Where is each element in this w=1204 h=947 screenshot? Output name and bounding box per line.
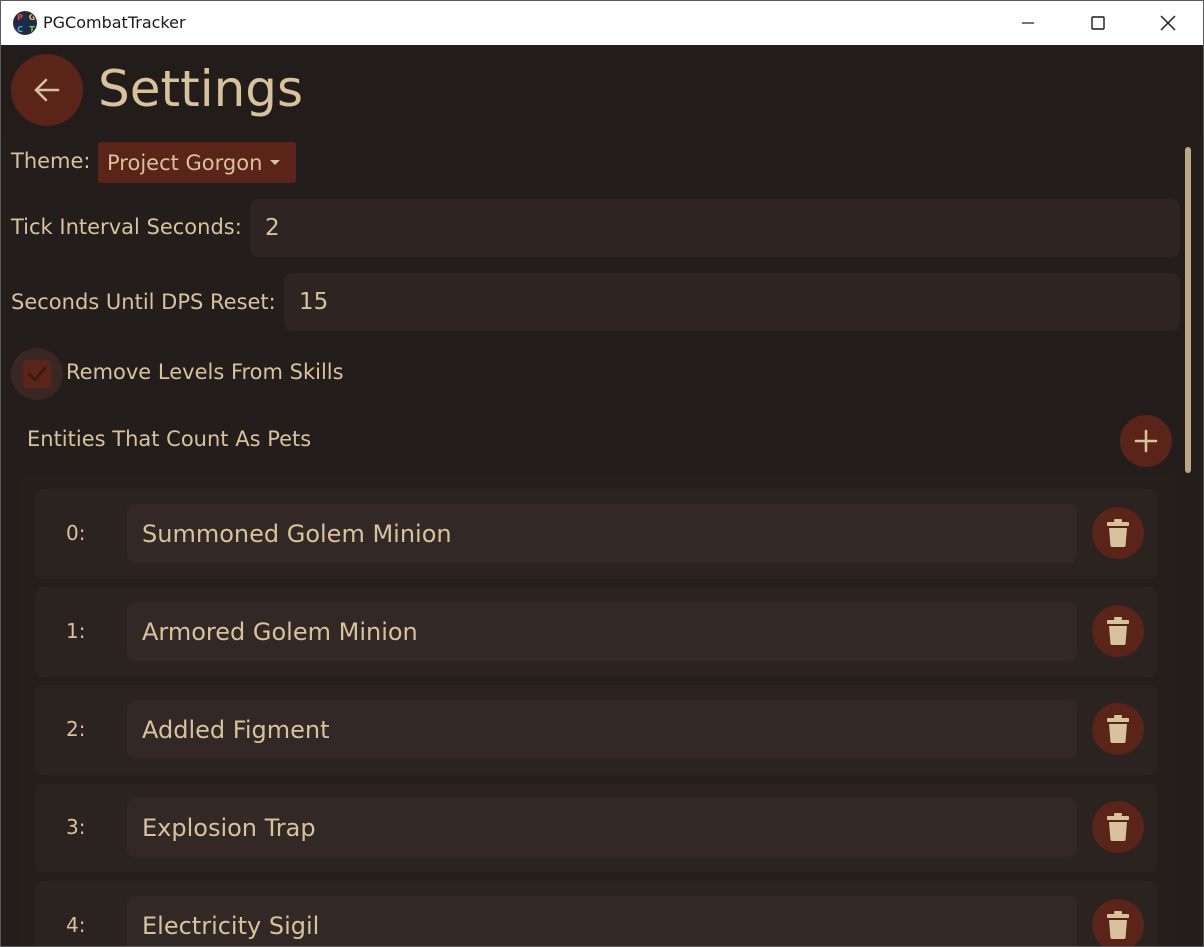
delete-pet-button[interactable] [1092, 605, 1144, 657]
maximize-icon [1091, 16, 1105, 30]
minimize-button[interactable] [993, 1, 1063, 45]
close-button[interactable] [1133, 1, 1203, 45]
tick-interval-input[interactable]: 2 [250, 199, 1180, 257]
pets-section-label: Entities That Count As Pets [27, 427, 312, 451]
pet-name-input[interactable]: Summoned Golem Minion [127, 504, 1077, 563]
trash-icon [1107, 617, 1129, 645]
logo-letter-c: C [17, 25, 23, 34]
maximize-button[interactable] [1063, 1, 1133, 45]
app-window: P G C T PGCombatTracker Settings Theme: … [0, 0, 1204, 947]
remove-levels-label[interactable]: Remove Levels From Skills [66, 360, 344, 384]
dps-reset-label: Seconds Until DPS Reset: [11, 290, 276, 314]
list-item: 3: Explosion Trap [35, 783, 1157, 873]
logo-letter-t: T [29, 25, 35, 34]
page-title: Settings [98, 60, 304, 118]
pet-name-input[interactable]: Electricity Sigil [127, 896, 1077, 946]
close-icon [1160, 15, 1176, 31]
add-pet-button[interactable] [1120, 415, 1172, 467]
plus-icon [1134, 429, 1158, 453]
trash-icon [1107, 911, 1129, 939]
arrow-left-icon [34, 78, 60, 102]
theme-dropdown[interactable]: Project Gorgon [98, 142, 296, 183]
caret-down-icon [270, 160, 281, 165]
delete-pet-button[interactable] [1092, 899, 1144, 946]
logo-letter-g: G [28, 13, 36, 22]
pet-index: 3: [66, 815, 86, 839]
tick-interval-label: Tick Interval Seconds: [11, 215, 242, 239]
pet-index: 2: [66, 717, 86, 741]
settings-content[interactable]: Theme: Project Gorgon Tick Interval Seco… [1, 135, 1203, 946]
remove-levels-checkbox[interactable] [11, 348, 63, 400]
title-bar[interactable]: P G C T PGCombatTracker [1, 1, 1203, 45]
list-item: 1: Armored Golem Minion [35, 587, 1157, 677]
back-button[interactable] [11, 54, 83, 126]
pets-list: 0: Summoned Golem Minion 1: Armored Gole… [18, 474, 1171, 946]
dps-reset-input[interactable]: 15 [284, 273, 1180, 331]
list-item: 2: Addled Figment [35, 685, 1157, 775]
theme-value: Project Gorgon [107, 150, 263, 175]
window-title: PGCombatTracker [43, 13, 186, 32]
checkbox-box [23, 360, 51, 388]
delete-pet-button[interactable] [1092, 703, 1144, 755]
theme-label: Theme: [11, 149, 91, 173]
list-item: 4: Electricity Sigil [35, 881, 1157, 946]
list-item: 0: Summoned Golem Minion [35, 489, 1157, 579]
checkmark-icon [27, 366, 47, 382]
logo-letter-p: P [17, 13, 23, 22]
trash-icon [1107, 813, 1129, 841]
vertical-scrollbar[interactable] [1184, 145, 1192, 945]
pet-index: 4: [66, 913, 86, 937]
page-header: Settings [1, 45, 1203, 135]
trash-icon [1107, 519, 1129, 547]
trash-icon [1107, 715, 1129, 743]
delete-pet-button[interactable] [1092, 801, 1144, 853]
pet-name-input[interactable]: Armored Golem Minion [127, 602, 1077, 661]
app-logo-icon: P G C T [13, 11, 37, 35]
pet-name-input[interactable]: Addled Figment [127, 700, 1077, 759]
delete-pet-button[interactable] [1092, 507, 1144, 559]
pet-name-input[interactable]: Explosion Trap [127, 798, 1077, 857]
scrollbar-thumb[interactable] [1185, 147, 1191, 473]
minimize-icon [1022, 22, 1034, 24]
pet-index: 0: [66, 521, 86, 545]
pet-index: 1: [66, 619, 86, 643]
app-area: Settings Theme: Project Gorgon Tick Inte… [1, 45, 1203, 946]
